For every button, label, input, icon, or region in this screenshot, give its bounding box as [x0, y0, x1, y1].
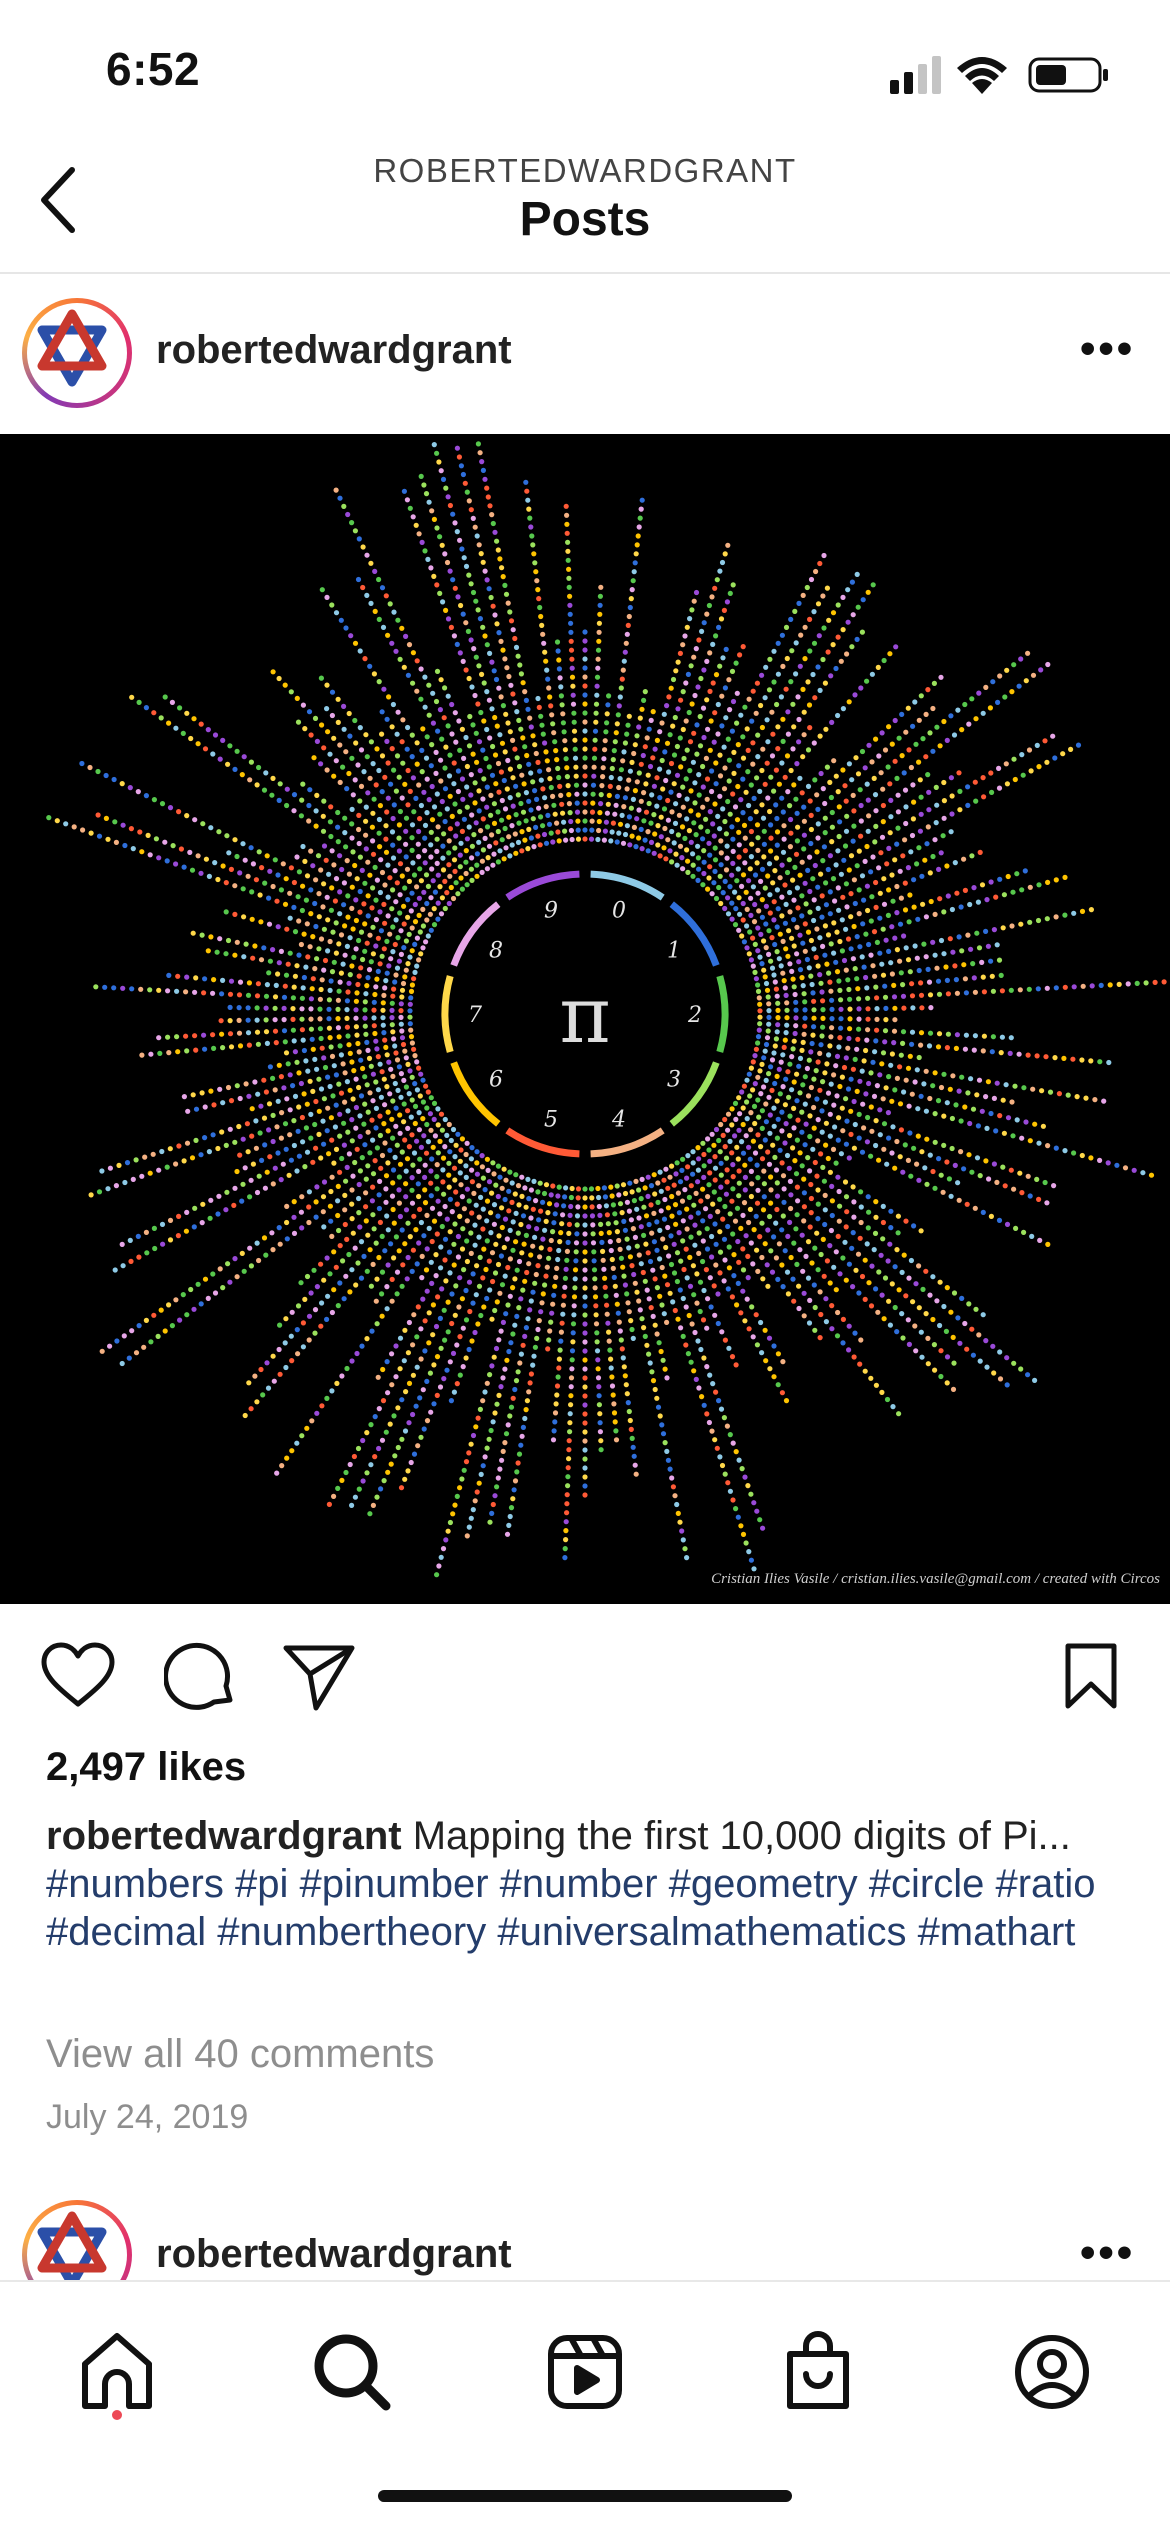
hashtag-link[interactable]: #decimal — [46, 1910, 206, 1954]
digit-label: 3 — [667, 1068, 681, 1093]
status-icons — [890, 56, 1108, 94]
reels-icon — [548, 2335, 622, 2409]
more-options-button[interactable]: ••• — [1080, 324, 1135, 374]
digit-label: 4 — [611, 1108, 626, 1133]
post-image[interactable]: 0 1 2 3 4 5 6 7 8 9 π Cristian Ilies Vasile / cri… — [0, 434, 1170, 1604]
digit-label: 6 — [489, 1068, 503, 1093]
nav-reels[interactable] — [535, 2322, 635, 2422]
profile-logo-icon — [37, 2211, 107, 2289]
hashtag-link[interactable]: #universalmathematics — [497, 1910, 906, 1954]
caption-hashtags: #numbers #pi #pinumber #number #geometry… — [46, 1862, 1096, 1954]
hashtag-link[interactable]: #numbers — [46, 1862, 224, 1906]
caption-text: Mapping the first 10,000 digits of Pi... — [412, 1814, 1071, 1858]
like-button[interactable] — [40, 1642, 116, 1710]
nav-profile[interactable] — [1002, 2322, 1102, 2422]
profile-logo-icon — [37, 309, 107, 387]
pi-digits-artwork: 0 1 2 3 4 5 6 7 8 9 π — [46, 441, 1167, 1578]
hashtag-link[interactable]: #circle — [869, 1862, 985, 1906]
shop-icon — [787, 2331, 849, 2409]
digit-label: 5 — [544, 1108, 558, 1133]
digit-label: 2 — [687, 1003, 702, 1028]
digit-label: 8 — [489, 938, 503, 963]
search-icon — [314, 2334, 391, 2411]
hashtag-link[interactable]: #pi — [235, 1862, 288, 1906]
pi-symbol: π — [559, 971, 610, 1061]
home-icon — [82, 2333, 152, 2409]
hashtag-link[interactable]: #ratio — [995, 1862, 1095, 1906]
paper-plane-icon — [283, 1645, 355, 1711]
battery-icon — [1028, 57, 1108, 93]
next-post-username[interactable]: robertedwardgrant — [156, 2232, 512, 2277]
hashtag-link[interactable]: #mathart — [918, 1910, 1076, 1954]
next-post-more-button[interactable]: ••• — [1080, 2228, 1135, 2278]
hashtag-link[interactable]: #pinumber — [300, 1862, 489, 1906]
avatar[interactable] — [22, 298, 132, 408]
nav-shop[interactable] — [768, 2322, 868, 2422]
nav-search[interactable] — [302, 2322, 402, 2422]
share-button[interactable] — [282, 1642, 356, 1712]
digit-label: 9 — [544, 898, 558, 923]
save-button[interactable] — [1062, 1642, 1120, 1712]
notification-dot — [112, 2410, 122, 2420]
header-divider — [0, 272, 1170, 274]
post-date: July 24, 2019 — [46, 2098, 249, 2136]
more-horizontal-icon: ••• — [1080, 324, 1136, 373]
nav-home[interactable] — [67, 2322, 167, 2422]
header-username: ROBERTEDWARDGRANT — [373, 152, 797, 189]
more-horizontal-icon: ••• — [1080, 2228, 1136, 2277]
comment-button[interactable] — [164, 1640, 238, 1714]
likes-count[interactable]: 2,497 likes — [46, 1745, 246, 1790]
profile-icon — [1015, 2335, 1089, 2409]
hashtag-link[interactable]: #number — [500, 1862, 658, 1906]
home-indicator — [378, 2490, 792, 2502]
digit-label: 1 — [667, 938, 681, 963]
image-credit: Cristian Ilies Vasile / cristian.ilies.v… — [711, 1571, 1160, 1587]
status-time: 6:52 — [106, 43, 201, 95]
comment-icon — [164, 1642, 233, 1710]
post-caption: robertedwardgrant Mapping the first 10,0… — [46, 1812, 1136, 1956]
bookmark-icon — [1065, 1643, 1117, 1709]
caption-username[interactable]: robertedwardgrant — [46, 1814, 402, 1858]
page-title: Posts — [519, 193, 651, 246]
wifi-icon — [957, 57, 1007, 94]
cellular-signal-icon — [890, 56, 941, 94]
digit-label: 0 — [612, 898, 626, 923]
hashtag-link[interactable]: #numbertheory — [217, 1910, 486, 1954]
post-username[interactable]: robertedwardgrant — [156, 328, 512, 373]
digit-label: 7 — [468, 1003, 482, 1028]
heart-icon — [41, 1642, 115, 1707]
view-all-comments-link[interactable]: View all 40 comments — [46, 2032, 434, 2077]
hashtag-link[interactable]: #geometry — [669, 1862, 858, 1906]
